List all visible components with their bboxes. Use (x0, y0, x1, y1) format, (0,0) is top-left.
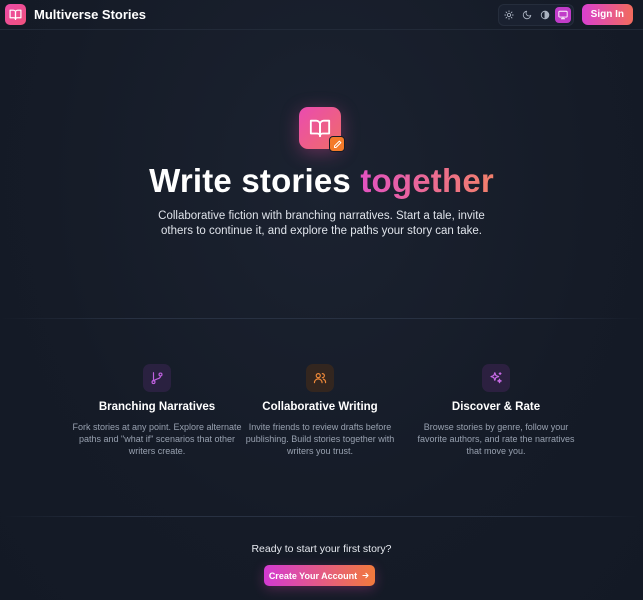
contrast-icon[interactable] (537, 7, 553, 23)
create-account-button[interactable]: Create Your Account (264, 565, 375, 586)
sparkles-icon (482, 364, 510, 392)
brand[interactable]: Multiverse Stories (5, 4, 146, 25)
theme-switcher (497, 3, 574, 26)
feature-title: Collaborative Writing (262, 401, 378, 413)
feature-description: Fork stories at any point. Explore alter… (72, 422, 242, 456)
top-nav: Multiverse Stories Sign In (0, 0, 643, 30)
book-open-icon (5, 4, 26, 25)
section-divider (0, 516, 643, 517)
create-account-label: Create Your Account (268, 570, 358, 581)
feature-branching: Branching Narratives Fork stories at any… (72, 364, 242, 457)
moon-icon[interactable] (519, 7, 535, 23)
monitor-icon[interactable] (554, 6, 571, 23)
hero-title-main: Write stories (149, 162, 361, 199)
git-branch-icon (143, 364, 171, 392)
hero-subtitle: Collaborative fiction with branching nar… (158, 210, 485, 237)
feature-discover: Discover & Rate Browse stories by genre,… (411, 364, 581, 457)
sun-icon[interactable] (501, 7, 517, 23)
sign-in-button[interactable]: Sign In (581, 4, 633, 25)
feature-description: Browse stories by genre, follow your fav… (417, 422, 575, 456)
cta-prompt: Ready to start your first story? (251, 543, 392, 555)
landing-page: Multiverse Stories Sign In Write stories… (0, 0, 643, 600)
brand-name: Multiverse Stories (34, 7, 146, 22)
feature-collaborative: Collaborative Writing Invite friends to … (235, 364, 405, 457)
header-actions: Sign In (497, 3, 633, 26)
feature-title: Discover & Rate (451, 401, 541, 413)
feature-description: Invite friends to review drafts before p… (245, 422, 395, 456)
feature-title: Branching Narratives (98, 401, 216, 413)
users-icon (306, 364, 334, 392)
arrow-right-icon (362, 572, 369, 579)
pencil-icon (329, 136, 345, 152)
hero-title: Write stories together (0, 162, 643, 200)
hero-title-accent: together (360, 162, 494, 199)
section-divider (0, 318, 643, 319)
